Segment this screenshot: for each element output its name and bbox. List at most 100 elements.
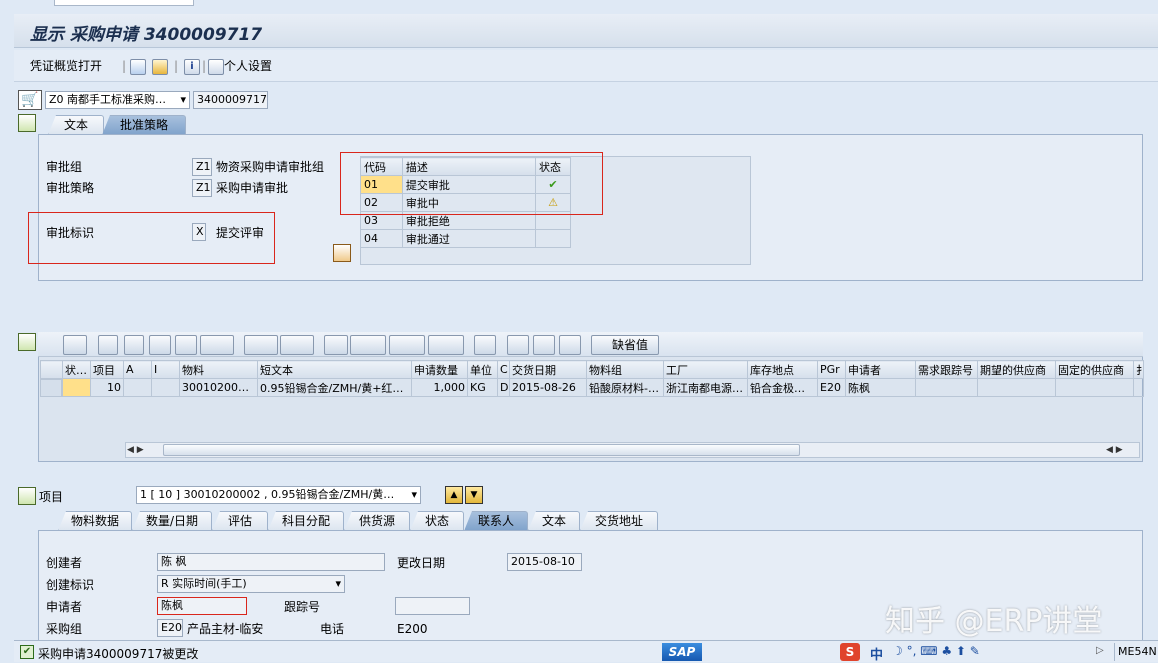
lock-icon[interactable] xyxy=(559,335,581,355)
items-table: 状… 项目 A I 物料 短文本 申请数量 单位 C 交货日期 物料组 工厂 库… xyxy=(40,360,1144,397)
personal-settings-button[interactable]: 个人设置 xyxy=(208,56,272,76)
other-doc-icon[interactable] xyxy=(152,56,168,76)
table-cell: 1,000 xyxy=(411,378,468,397)
collapse-items-icon[interactable] xyxy=(18,333,36,351)
tab-texts[interactable]: 文本 xyxy=(528,511,580,531)
column-header[interactable]: 单位 xyxy=(467,360,498,379)
purchasing-group-label: 采购组 xyxy=(46,622,83,636)
expand-header-icon[interactable] xyxy=(18,114,36,132)
collapse-item-detail-icon[interactable] xyxy=(18,487,36,505)
tab-status[interactable]: 状态 xyxy=(410,511,464,531)
status-divider xyxy=(1114,643,1115,661)
doc-overview-button[interactable]: 凭证概览打开 xyxy=(30,56,102,76)
info-icon[interactable]: i xyxy=(184,56,200,76)
create-indicator-label: 创建标识 xyxy=(46,578,95,592)
column-header[interactable]: 期望的供应商 xyxy=(977,360,1056,379)
column-header[interactable]: 物料组 xyxy=(586,360,664,379)
table-row[interactable]: 10 300102000… 0.95铅锡合金/ZMH/黄+红… 1,000 KG… xyxy=(40,378,1144,397)
sort-asc-icon[interactable] xyxy=(98,335,118,355)
item-label: 项目 xyxy=(39,490,64,504)
item-selector-value: 1 [ 10 ] 30010200002 , 0.95铅锡合金/ZMH/黄… xyxy=(140,488,395,501)
ime-toolbar-icons[interactable]: ☽ °, ⌨ ♣ ⬆ ✎ xyxy=(892,644,980,658)
application-toolbar: 凭证概览打开 | | i | 个人设置 xyxy=(14,50,1158,82)
scroll-left-icon[interactable]: ◀ ▶ xyxy=(127,443,144,457)
copy-icon[interactable] xyxy=(507,335,529,355)
details-icon[interactable] xyxy=(63,335,87,355)
column-header[interactable]: C xyxy=(497,360,510,379)
column-header[interactable]: I xyxy=(151,360,180,379)
scroll-right-icon[interactable]: ◀ ▶ xyxy=(1106,443,1123,457)
sum-icon[interactable] xyxy=(244,335,278,355)
column-header[interactable]: PGr xyxy=(817,360,846,379)
tab-material-data[interactable]: 物料数据 xyxy=(58,511,132,531)
table-row[interactable]: 04 审批通过 xyxy=(360,229,571,248)
filter-icon[interactable] xyxy=(200,335,234,355)
change-date-field: 2015-08-10 xyxy=(507,553,582,571)
default-values-button[interactable]: 缺省值 xyxy=(591,335,659,355)
tab-valuation[interactable]: 评估 xyxy=(212,511,268,531)
move-icon[interactable] xyxy=(533,335,555,355)
next-item-icon[interactable]: ▼ xyxy=(465,486,483,504)
table-cell: 2015-08-26 xyxy=(509,378,587,397)
item-selector[interactable]: 1 [ 10 ] 30010200002 , 0.95铅锡合金/ZMH/黄… ▾ xyxy=(136,486,421,504)
print-icon[interactable] xyxy=(324,335,348,355)
subtotal-icon[interactable] xyxy=(280,335,314,355)
purchasing-group-text: 产品主材-临安 xyxy=(187,622,264,636)
tab-quantity-date[interactable]: 数量/日期 xyxy=(132,511,212,531)
glasses-edit-icon[interactable] xyxy=(130,56,146,76)
layout-icon[interactable] xyxy=(428,335,464,355)
select-all-icon[interactable] xyxy=(40,360,63,379)
previous-item-icon[interactable]: ▲ xyxy=(445,486,463,504)
tab-contact-person[interactable]: 联系人 xyxy=(464,511,528,531)
toolbar-separator-2: | xyxy=(174,59,179,73)
create-indicator-select[interactable]: R 实际时间(手工) ▾ xyxy=(157,575,345,593)
approval-strategy-code: Z1 xyxy=(192,179,212,197)
approval-indicator-label: 审批标识 xyxy=(46,226,95,240)
ime-language[interactable]: 中 xyxy=(870,644,883,663)
doc-type-select[interactable]: Z0 南都手工标准采购… ▾ xyxy=(45,91,190,109)
find-icon[interactable] xyxy=(149,335,171,355)
row-selector-empty[interactable] xyxy=(40,379,62,397)
doc-number-field[interactable]: 3400009717 xyxy=(193,91,268,109)
column-header[interactable]: A xyxy=(123,360,152,379)
release-icon[interactable] xyxy=(333,244,351,262)
table-cell: 陈枫 xyxy=(845,378,916,397)
column-header[interactable]: 库存地点 xyxy=(747,360,818,379)
approval-indicator-code: X xyxy=(192,223,206,241)
table-cell: 300102000… xyxy=(179,378,258,397)
export-icon[interactable] xyxy=(389,335,425,355)
sap-logo: SAP xyxy=(662,643,702,661)
tab-delivery-address[interactable]: 交货地址 xyxy=(580,511,658,531)
toolbar-separator-3: | xyxy=(202,59,207,73)
column-header[interactable]: 状… xyxy=(62,360,91,379)
column-header[interactable]: 短文本 xyxy=(257,360,412,379)
column-header[interactable]: 申请者 xyxy=(845,360,916,379)
watermark: 知乎 @ERP讲堂 xyxy=(885,604,1103,639)
doc-type-value: Z0 南都手工标准采购… xyxy=(49,93,167,106)
title-bar: 显示 采购申请 3400009717 xyxy=(14,14,1158,48)
column-header[interactable]: 固定的供应商 xyxy=(1055,360,1134,379)
code-cell: 04 xyxy=(360,229,403,248)
scrollbar-thumb[interactable] xyxy=(163,444,800,456)
column-header[interactable]: 工厂 xyxy=(663,360,748,379)
column-header[interactable]: 需求跟踪号 xyxy=(915,360,978,379)
tab-source-of-supply[interactable]: 供货源 xyxy=(344,511,410,531)
find-next-icon[interactable] xyxy=(175,335,197,355)
creator-label: 创建者 xyxy=(46,556,83,570)
status-cell xyxy=(535,229,571,248)
sort-desc-icon[interactable] xyxy=(124,335,144,355)
tab-text[interactable]: 文本 xyxy=(48,115,104,135)
toolbar-separator: | xyxy=(122,59,127,73)
tab-approval-strategy[interactable]: 批准策略 xyxy=(102,115,186,135)
expand-status-icon[interactable]: ▷ xyxy=(1096,645,1104,656)
column-header[interactable]: 扌 xyxy=(1133,360,1144,379)
views-icon[interactable] xyxy=(350,335,386,355)
column-header[interactable]: 项目 xyxy=(90,360,124,379)
column-header[interactable]: 申请数量 xyxy=(411,360,468,379)
approval-group-code: Z1 xyxy=(192,158,212,176)
column-header[interactable]: 物料 xyxy=(179,360,258,379)
tab-account-assignment[interactable]: 科目分配 xyxy=(268,511,344,531)
item-info-icon[interactable] xyxy=(474,335,496,355)
window-tab[interactable] xyxy=(54,0,194,6)
column-header[interactable]: 交货日期 xyxy=(509,360,587,379)
